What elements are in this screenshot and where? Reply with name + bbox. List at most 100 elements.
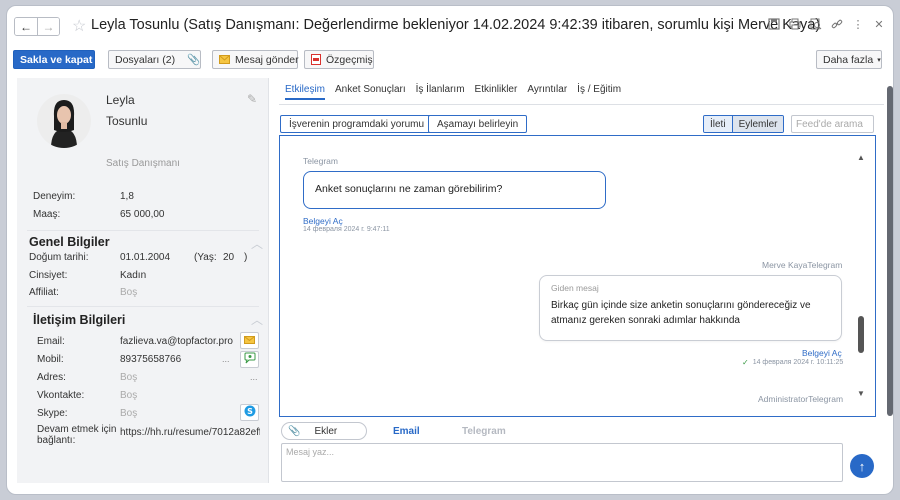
divider <box>279 104 884 105</box>
experience-label: Deneyim: <box>33 191 76 202</box>
link-icon[interactable] <box>831 18 843 30</box>
address-more-button[interactable]: ... <box>250 372 258 382</box>
tab-telegram[interactable]: Telegram <box>462 426 506 437</box>
collapse-general-icon[interactable]: ︿ <box>251 235 263 252</box>
skype-icon: S <box>244 405 256 420</box>
send-message-label: Mesaj gönder <box>235 53 299 66</box>
resume-link-label: Devam etmek için bağlantı: <box>37 424 117 446</box>
attachments-label: Ekler <box>314 425 338 437</box>
chevron-down-icon: ▾ <box>877 56 881 64</box>
outgoing-sender: Merve KayaTelegram <box>762 260 843 270</box>
title-bar: ← → ☆ Leyla Tosunlu (Satış Danışmanı: De… <box>7 6 893 44</box>
send-button[interactable]: ↑ <box>850 454 874 478</box>
phone-call-button[interactable] <box>240 351 259 368</box>
tab-work-education[interactable]: İş / Eğitim <box>577 84 621 100</box>
delivered-check-icon: ✓ <box>742 358 749 367</box>
window-title: Leyla Tosunlu (Satış Danışmanı: Değerlen… <box>91 17 821 33</box>
experience-value: 1,8 <box>120 191 134 202</box>
employer-review-button[interactable]: İşverenin programdaki yorumu <box>280 115 434 133</box>
message-input[interactable]: Mesaj yaz... <box>281 443 843 482</box>
last-sender: AdministratorTelegram <box>758 394 844 404</box>
outgoing-header: Giden mesaj <box>551 283 599 293</box>
tab-email[interactable]: Email <box>393 426 420 437</box>
page-scrollbar[interactable] <box>887 86 893 416</box>
print-icon[interactable] <box>789 18 801 30</box>
age-value: 20 <box>223 252 235 263</box>
open-document-link[interactable]: Belgeyi Aç <box>303 216 343 226</box>
close-icon[interactable]: ✕ <box>873 18 885 31</box>
gender-value: Kadın <box>120 270 147 281</box>
compose-tabs: 📎 Ekler Email Telegram <box>279 422 879 442</box>
paperclip-icon: 📎 <box>288 425 301 437</box>
pdf-icon <box>311 54 321 65</box>
first-name: Leyla <box>106 93 135 107</box>
email-send-button[interactable] <box>240 332 259 349</box>
actions-toggle[interactable]: Eylemler <box>731 116 784 132</box>
avatar <box>37 94 91 148</box>
arrow-up-icon: ↑ <box>858 458 866 474</box>
position-label: Satış Danışmanı <box>106 158 180 169</box>
tab-my-jobs[interactable]: İş İlanlarım <box>416 84 465 100</box>
general-info-title: Genel Bilgiler <box>29 235 110 249</box>
skype-label: Skype: <box>37 408 68 419</box>
divider <box>27 306 259 307</box>
resume-link-value[interactable]: https://hh.ru/resume/7012a82eff0c <box>120 427 260 438</box>
dob-value: 01.01.2004 <box>120 252 171 263</box>
mobile-more-button[interactable]: ... <box>222 354 230 364</box>
svg-text:S: S <box>247 407 253 416</box>
files-button[interactable]: Dosyaları (2) 📎 <box>108 50 201 69</box>
open-document-link[interactable]: Belgeyi Aç <box>802 348 842 358</box>
tab-interaction[interactable]: Etkileşim <box>285 84 326 100</box>
set-stage-button[interactable]: Aşamayı belirleyin <box>428 115 528 133</box>
edit-pencil-icon[interactable]: ✎ <box>247 92 257 106</box>
envelope-icon <box>244 335 255 347</box>
attachments-button[interactable]: 📎 Ekler <box>281 422 367 440</box>
send-message-button[interactable]: Mesaj gönder <box>212 50 299 69</box>
tab-survey-results[interactable]: Anket Sonuçları <box>335 84 406 100</box>
save-close-button[interactable]: Sakla ve kapat <box>13 50 95 69</box>
cv-button[interactable]: Özgeçmiş <box>304 50 374 69</box>
more-button[interactable]: Daha fazla ▾ <box>816 50 882 69</box>
tab-events[interactable]: Etkinlikler <box>475 84 518 100</box>
paperclip-icon: 📎 <box>187 54 201 66</box>
affiliate-label: Affiliat: <box>29 287 59 298</box>
favorite-star-icon[interactable]: ☆ <box>72 16 86 36</box>
incoming-message-bubble: Anket sonuçlarını ne zaman görebilirim? <box>303 171 606 209</box>
email-value[interactable]: fazlieva.va@topfactor.pro <box>120 336 233 347</box>
cv-label: Özgeçmiş <box>326 53 373 66</box>
envelope-icon <box>219 55 230 64</box>
affiliate-value: Boş <box>120 287 138 298</box>
address-value: Boş <box>120 372 138 383</box>
email-label: Email: <box>37 336 65 347</box>
address-label: Adres: <box>37 372 66 383</box>
preview-icon[interactable] <box>810 18 822 30</box>
salary-label: Maaş: <box>33 209 61 220</box>
message-feed: Telegram Anket sonuçlarını ne zaman göre… <box>279 135 876 417</box>
outgoing-text: Birkaç gün içinde size anketin sonuçları… <box>551 300 811 326</box>
more-vertical-icon[interactable]: ⋮ <box>852 18 864 31</box>
collapse-contact-icon[interactable]: ︿ <box>251 311 263 328</box>
profile-panel: Leyla Tosunlu ✎ Satış Danışmanı Deneyim:… <box>17 78 269 483</box>
outgoing-message-bubble: Giden mesaj Birkaç gün içinde size anket… <box>539 275 842 341</box>
scroll-down-arrow-icon[interactable]: ▼ <box>857 389 865 398</box>
feed-scrollbar-thumb[interactable] <box>858 316 864 353</box>
history-nav: ← → <box>14 17 60 36</box>
back-button[interactable]: ← <box>15 18 37 35</box>
outgoing-timestamp: 14 февраля 2024 г. 10:11:25 <box>752 359 844 366</box>
save-icon[interactable] <box>768 18 780 30</box>
forward-button[interactable]: → <box>37 18 59 35</box>
scroll-up-arrow-icon[interactable]: ▲ <box>857 153 865 162</box>
forward-toggle[interactable]: İleti <box>704 116 732 132</box>
outgoing-status: ✓ 14 февраля 2024 г. 10:11:25 <box>742 358 843 367</box>
feed-search-input[interactable]: Feed'de arama ... <box>791 115 874 141</box>
last-name: Tosunlu <box>106 114 148 128</box>
candidate-window: ← → ☆ Leyla Tosunlu (Satış Danışmanı: De… <box>6 5 894 495</box>
mobile-value[interactable]: 89375658766 <box>120 354 181 365</box>
vk-label: Vkontakte: <box>37 390 85 401</box>
incoming-channel: Telegram <box>303 156 338 166</box>
dob-label: Doğum tarihi: <box>29 252 89 263</box>
tab-details[interactable]: Ayrıntılar <box>527 84 567 100</box>
skype-button[interactable]: S <box>240 404 259 421</box>
gender-label: Cinsiyet: <box>29 270 68 281</box>
age-close: ) <box>244 252 248 263</box>
